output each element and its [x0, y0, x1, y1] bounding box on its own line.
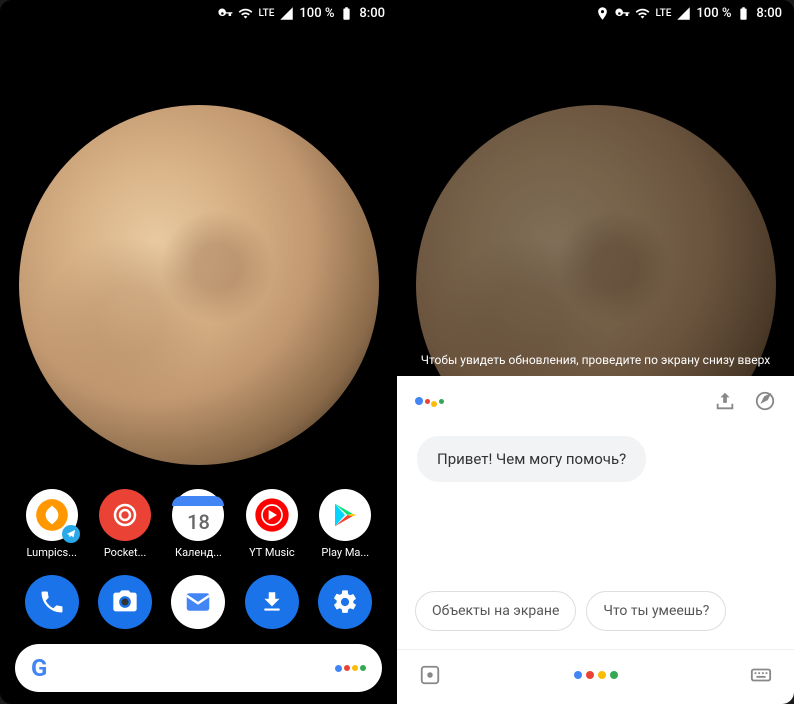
assistant-panel: Привет! Чем могу помочь? Объекты на экра…	[397, 376, 794, 704]
calendar-icon: 18	[172, 489, 224, 541]
status-bar: LTE 100 % 8:00	[595, 6, 782, 21]
downloads-app[interactable]	[245, 575, 299, 629]
playstore-icon	[319, 489, 371, 541]
assistant-logo-icon	[415, 395, 444, 407]
home-screen: LTE 100 % 8:00 Lumpics... Pocket...	[0, 0, 397, 704]
app-playstore[interactable]: Play Ма...	[311, 489, 379, 559]
vpn-key-icon	[218, 6, 233, 21]
assistant-screen: LTE 100 % 8:00 Чтобы увидеть обновления,…	[397, 0, 794, 704]
settings-app[interactable]	[318, 575, 372, 629]
inbox-app[interactable]	[171, 575, 225, 629]
mic-dots-icon[interactable]	[574, 671, 618, 679]
panel-header	[397, 376, 794, 426]
swipe-hint: Чтобы увидеть обновления, проведите по э…	[397, 353, 794, 367]
wifi-icon	[635, 6, 650, 21]
google-logo-icon: G	[31, 654, 47, 682]
telegram-badge-icon	[62, 525, 80, 543]
app-calendar[interactable]: 18 Календ...	[164, 489, 232, 559]
chip-what-can-you-do[interactable]: Что ты умеешь?	[586, 591, 726, 631]
app-ytmusic[interactable]: YT Music	[238, 489, 306, 559]
inbox-tray-icon[interactable]	[714, 390, 736, 412]
battery-text: 100 %	[299, 6, 334, 21]
signal-icon	[676, 6, 691, 21]
clock-text: 8:00	[756, 6, 782, 21]
suggestion-chips: Объекты на экране Что ты умеешь?	[397, 591, 794, 631]
lumpics-icon	[26, 489, 78, 541]
pocket-icon	[99, 489, 151, 541]
lens-icon[interactable]	[419, 664, 441, 686]
vpn-key-icon	[615, 6, 630, 21]
keyboard-icon[interactable]	[750, 664, 772, 686]
network-type: LTE	[258, 8, 274, 19]
app-row: Lumpics... Pocket... 18 Календ... YT	[0, 489, 397, 559]
explore-icon[interactable]	[754, 390, 776, 412]
app-pocket[interactable]: Pocket...	[91, 489, 159, 559]
chip-screen-objects[interactable]: Объекты на экране	[415, 591, 576, 631]
battery-icon	[339, 6, 354, 21]
google-search-bar[interactable]: G	[15, 644, 382, 692]
location-icon	[595, 6, 610, 21]
camera-app[interactable]	[98, 575, 152, 629]
network-type: LTE	[655, 8, 671, 19]
assistant-icon[interactable]	[335, 665, 366, 672]
ytmusic-icon	[246, 489, 298, 541]
wifi-icon	[238, 6, 253, 21]
wallpaper-planet	[19, 105, 379, 465]
battery-text: 100 %	[696, 6, 731, 21]
phone-app[interactable]	[25, 575, 79, 629]
dock	[0, 575, 397, 629]
assistant-input-bar	[397, 649, 794, 704]
signal-icon	[279, 6, 294, 21]
clock-text: 8:00	[359, 6, 385, 21]
app-lumpics[interactable]: Lumpics...	[18, 489, 86, 559]
battery-icon	[736, 6, 751, 21]
status-bar: LTE 100 % 8:00	[218, 6, 385, 21]
assistant-greeting: Привет! Чем могу помочь?	[417, 436, 646, 482]
